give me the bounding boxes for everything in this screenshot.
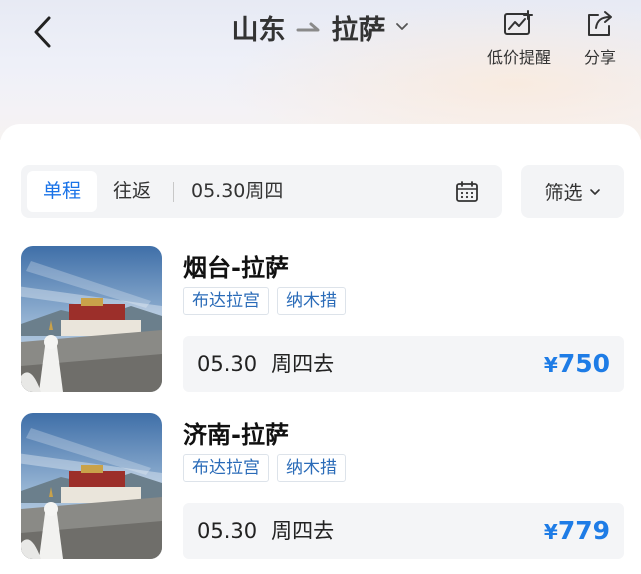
currency-symbol: ¥ [543, 520, 558, 544]
depart-date: 05.30 [197, 519, 258, 543]
price: ¥750 [544, 336, 610, 392]
route-card[interactable]: 济南-拉萨 布达拉宫 纳木措 05.30 周四去 ¥779 [21, 413, 624, 559]
depart-weekday: 周四去 [271, 352, 335, 376]
chevron-down-icon [589, 188, 600, 195]
price-row[interactable]: 05.30 周四去 ¥779 [183, 503, 624, 559]
depart-info: 05.30 周四去 [197, 503, 334, 559]
tag[interactable]: 纳木措 [277, 454, 346, 482]
filter-label: 筛选 [544, 182, 583, 204]
tab-divider [173, 182, 174, 202]
route-title: 济南-拉萨 [183, 421, 289, 449]
calendar-icon[interactable] [455, 180, 479, 204]
main-content: 单程 往返 05.30周四 筛选 烟台-拉萨 布达拉宫 纳木措 05.30 周四… [0, 124, 641, 574]
tab-roundtrip[interactable]: 往返 [101, 171, 163, 212]
price: ¥779 [544, 503, 610, 559]
route-arrow-icon [296, 22, 319, 32]
depart-date: 05.30 [197, 352, 258, 376]
tag[interactable]: 布达拉宫 [183, 287, 269, 315]
price-chart-icon [504, 10, 533, 35]
share-button[interactable]: 分享 [584, 10, 616, 68]
tab-oneway[interactable]: 单程 [27, 171, 97, 212]
currency-symbol: ¥ [543, 353, 558, 377]
low-price-alert-label: 低价提醒 [487, 48, 552, 67]
destination-city: 拉萨 [331, 14, 386, 46]
low-price-alert-button[interactable]: 低价提醒 [487, 10, 551, 68]
origin-city: 山东 [231, 14, 286, 46]
share-label: 分享 [584, 48, 617, 67]
potala-palace-image [21, 413, 162, 559]
route-title: 烟台-拉萨 [183, 254, 289, 282]
date-selector[interactable]: 05.30周四 [191, 171, 283, 212]
filter-button[interactable]: 筛选 [521, 165, 624, 218]
price-row[interactable]: 05.30 周四去 ¥750 [183, 336, 624, 392]
chevron-down-icon [395, 23, 408, 30]
tag[interactable]: 纳木措 [277, 287, 346, 315]
trip-type-bar: 单程 往返 05.30周四 [21, 165, 502, 218]
price-amount: 750 [557, 349, 610, 378]
depart-weekday: 周四去 [271, 519, 335, 543]
tag-list: 布达拉宫 纳木措 [183, 287, 346, 315]
tag-list: 布达拉宫 纳木措 [183, 454, 346, 482]
potala-palace-image [21, 246, 162, 392]
route-card[interactable]: 烟台-拉萨 布达拉宫 纳木措 05.30 周四去 ¥750 [21, 246, 624, 392]
depart-info: 05.30 周四去 [197, 336, 334, 392]
tag[interactable]: 布达拉宫 [183, 454, 269, 482]
share-icon [588, 11, 612, 36]
price-amount: 779 [557, 516, 610, 545]
